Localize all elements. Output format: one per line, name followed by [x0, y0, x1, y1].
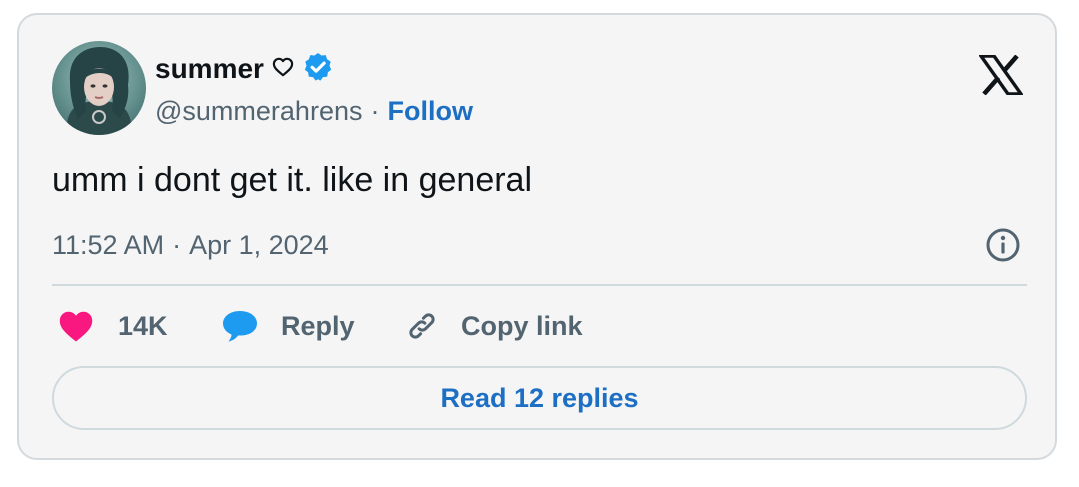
- like-button[interactable]: 14K: [57, 305, 168, 347]
- separator-dot: ·: [172, 229, 182, 260]
- link-icon: [403, 307, 441, 345]
- copy-link-button[interactable]: Copy link: [403, 305, 583, 347]
- avatar-image: [52, 41, 146, 135]
- separator-dot: ·: [370, 95, 380, 126]
- heart-outline-emoji: [272, 57, 294, 82]
- x-logo-icon[interactable]: [977, 54, 1025, 96]
- info-icon[interactable]: [985, 227, 1021, 263]
- reply-button[interactable]: Reply: [220, 305, 355, 347]
- speech-bubble-icon: [220, 308, 260, 344]
- handle-row: @summerahrens · Follow: [155, 93, 473, 129]
- tweet-text: umm i dont get it. like in general: [52, 161, 533, 199]
- heart-icon: [57, 309, 95, 343]
- avatar[interactable]: [52, 41, 146, 135]
- tweet-date: Apr 1, 2024: [189, 229, 329, 260]
- tweet-time: 11:52 AM: [52, 229, 165, 260]
- like-count: 14K: [118, 310, 168, 341]
- author-name-row: summer: [155, 49, 334, 89]
- read-replies-button[interactable]: Read 12 replies: [52, 366, 1027, 430]
- reply-label: Reply: [281, 310, 355, 341]
- handle[interactable]: @summerahrens: [155, 96, 362, 127]
- tweet-card: summer @summerahrens · Follow umm i dont…: [17, 13, 1057, 460]
- display-name[interactable]: summer: [155, 53, 264, 85]
- tweet-timestamp[interactable]: 11:52 AM · Apr 1, 2024: [52, 225, 329, 265]
- read-replies-label: Read 12 replies: [440, 382, 639, 413]
- copy-link-label: Copy link: [461, 310, 583, 341]
- follow-button[interactable]: Follow: [387, 96, 472, 127]
- divider: [52, 284, 1027, 286]
- verified-badge-icon: [302, 51, 334, 88]
